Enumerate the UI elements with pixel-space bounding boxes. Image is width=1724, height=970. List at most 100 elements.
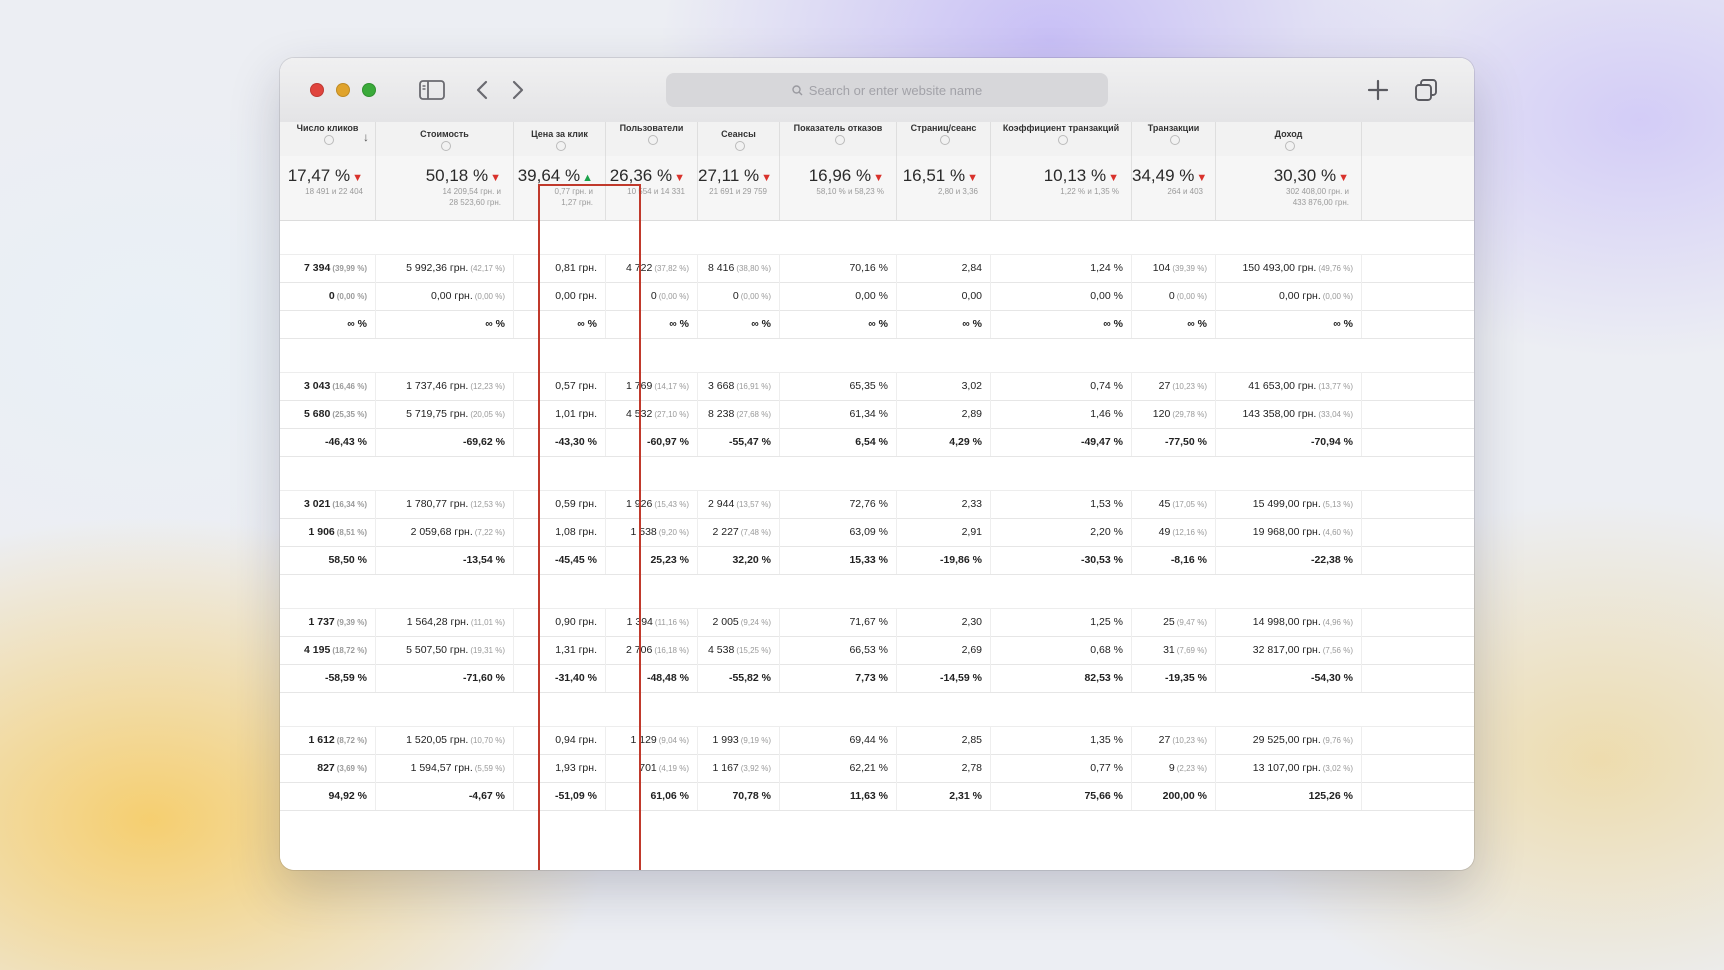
summary-percent-value: 27,11 %: [698, 166, 760, 185]
cell-share: (16,34 %): [332, 500, 367, 509]
cell-value: ∞ %: [577, 318, 597, 330]
cell-value: 7 394: [304, 262, 331, 274]
cell-value: 0,57 грн.: [555, 380, 597, 392]
tabs-icon[interactable]: [1410, 75, 1442, 105]
group-spacer-row: [280, 338, 1474, 373]
cell-share: (42,17 %): [470, 264, 505, 273]
info-icon[interactable]: [1170, 134, 1180, 145]
summary-percent-value: 10,13 %: [1043, 166, 1107, 185]
cell-share: (12,16 %): [1172, 528, 1207, 537]
column-header-users[interactable]: Пользователи: [606, 122, 698, 156]
cell-value: 3 043: [304, 380, 331, 392]
cell-share: (12,53 %): [470, 500, 505, 509]
cell-value: 1,46 %: [1090, 408, 1123, 420]
cell-value: -22,38 %: [1310, 554, 1353, 566]
cell-value: ∞ %: [485, 318, 505, 330]
cell-value: 3 021: [304, 498, 331, 510]
summary-cell-cpc: 39,64 % ▲ 0,77 грн. и 1,27 грн.: [514, 156, 606, 220]
table-cell-revenue: 29 525,00 грн. (9,76 %): [1216, 726, 1362, 754]
table-cell-cpc: 0,59 грн.: [514, 490, 606, 518]
cell-value: 25: [1163, 616, 1175, 628]
table-cell-clicks: 7 394 (39,99 %): [280, 254, 376, 282]
info-icon[interactable]: [735, 140, 745, 151]
table-cell-pages: -14,59 %: [897, 664, 991, 692]
table-cell-conv: 1,53 %: [991, 490, 1132, 518]
arrow-down-icon: ▼: [1338, 172, 1349, 184]
column-header-conv[interactable]: Коэффициент транзакций: [991, 122, 1132, 156]
cell-share: (27,10 %): [654, 410, 689, 419]
table-cell-users: 0 (0,00 %): [606, 282, 698, 310]
arrow-down-icon: ▼: [967, 172, 978, 184]
plus-icon[interactable]: [1362, 75, 1394, 105]
info-icon[interactable]: [648, 134, 658, 145]
table-cell-clicks: 5 680 (25,35 %): [280, 400, 376, 428]
column-header-clicks[interactable]: Число кликов ↓: [280, 122, 376, 156]
table-cell-pages: 2,89: [897, 400, 991, 428]
sort-descending-icon[interactable]: ↓: [363, 130, 369, 144]
info-icon[interactable]: [324, 134, 334, 145]
info-icon[interactable]: [940, 134, 950, 145]
info-icon[interactable]: [441, 140, 451, 151]
table-cell-users: 61,06 %: [606, 782, 698, 810]
table-cell-trans: 31 (7,69 %): [1132, 636, 1216, 664]
info-icon[interactable]: [1285, 140, 1295, 151]
table-cell-pages: 3,02: [897, 372, 991, 400]
table-cell-conv: 0,77 %: [991, 754, 1132, 782]
cell-value: 69,44 %: [849, 734, 888, 746]
cell-value: 11,63 %: [850, 790, 888, 802]
summary-percent: 30,30 % ▼: [1216, 166, 1349, 186]
table-cell-pages: ∞ %: [897, 310, 991, 338]
cell-value: -69,62 %: [462, 436, 505, 448]
summary-cell-sessions: 27,11 % ▼ 21 691 и 29 759: [698, 156, 780, 220]
column-header-cost[interactable]: Стоимость: [376, 122, 514, 156]
table-cell-conv: 75,66 %: [991, 782, 1132, 810]
sidebar-icon[interactable]: [416, 75, 448, 105]
column-header-cpc[interactable]: Цена за клик: [514, 122, 606, 156]
minimize-window-button[interactable]: [336, 83, 350, 97]
info-icon[interactable]: [1057, 134, 1068, 145]
table-cell-pages: -19,86 %: [897, 546, 991, 574]
search-icon: [792, 84, 803, 96]
table-cell-cost: 2 059,68 грн. (7,22 %): [376, 518, 514, 546]
summary-comparison: 302 408,00 грн. и: [1286, 187, 1349, 196]
maximize-window-button[interactable]: [362, 83, 376, 97]
back-icon[interactable]: [466, 75, 498, 105]
forward-icon[interactable]: [502, 75, 534, 105]
cell-value: ∞ %: [868, 318, 888, 330]
table-cell-bounce: 6,54 %: [780, 428, 897, 456]
table-cell-cpc: 0,57 грн.: [514, 372, 606, 400]
cell-share: (3,02 %): [1322, 764, 1353, 773]
table-cell-pages: 2,91: [897, 518, 991, 546]
browser-toolbar: Search or enter website name: [280, 58, 1474, 123]
cell-value: 5 992,36 грн.: [406, 262, 469, 274]
summary-percent-value: 50,18 %: [425, 166, 489, 185]
column-header-trans[interactable]: Транзакции: [1132, 122, 1216, 156]
table-cell-sessions: ∞ %: [698, 310, 780, 338]
table-cell-bounce: 71,67 %: [780, 608, 897, 636]
table-cell-cost: 5 507,50 грн. (19,31 %): [376, 636, 514, 664]
table-cell-sessions: 2 227 (7,48 %): [698, 518, 780, 546]
column-header-label: Коэффициент транзакций: [1002, 123, 1120, 133]
cell-value: 150 493,00 грн.: [1242, 262, 1317, 274]
table-cell-trans: 104 (39,39 %): [1132, 254, 1216, 282]
column-header-revenue[interactable]: Доход: [1216, 122, 1362, 156]
cell-share: (4,19 %): [658, 764, 689, 773]
address-bar[interactable]: Search or enter website name: [666, 73, 1108, 107]
table-cell-bounce: 11,63 %: [780, 782, 897, 810]
table-cell-cpc: 1,93 грн.: [514, 754, 606, 782]
cell-value: 1,08 грн.: [555, 526, 597, 538]
column-header-sessions[interactable]: Сеансы: [698, 122, 780, 156]
info-icon[interactable]: [556, 140, 566, 151]
column-header-bounce[interactable]: Показатель отказов: [780, 122, 897, 156]
cell-value: 14 998,00 грн.: [1252, 616, 1321, 628]
cell-share: (33,04 %): [1318, 410, 1353, 419]
column-header-pages[interactable]: Страниц/сеанс: [897, 122, 991, 156]
table-cell-bounce: ∞ %: [780, 310, 897, 338]
cell-value: 13 107,00 грн.: [1252, 762, 1321, 774]
cell-share: (4,60 %): [1322, 528, 1353, 537]
table-cell-pages: 2,31 %: [897, 782, 991, 810]
info-icon[interactable]: [834, 134, 845, 145]
close-window-button[interactable]: [310, 83, 324, 97]
cell-value: 1 737: [308, 616, 335, 628]
table-cell-cpc: 0,00 грн.: [514, 282, 606, 310]
